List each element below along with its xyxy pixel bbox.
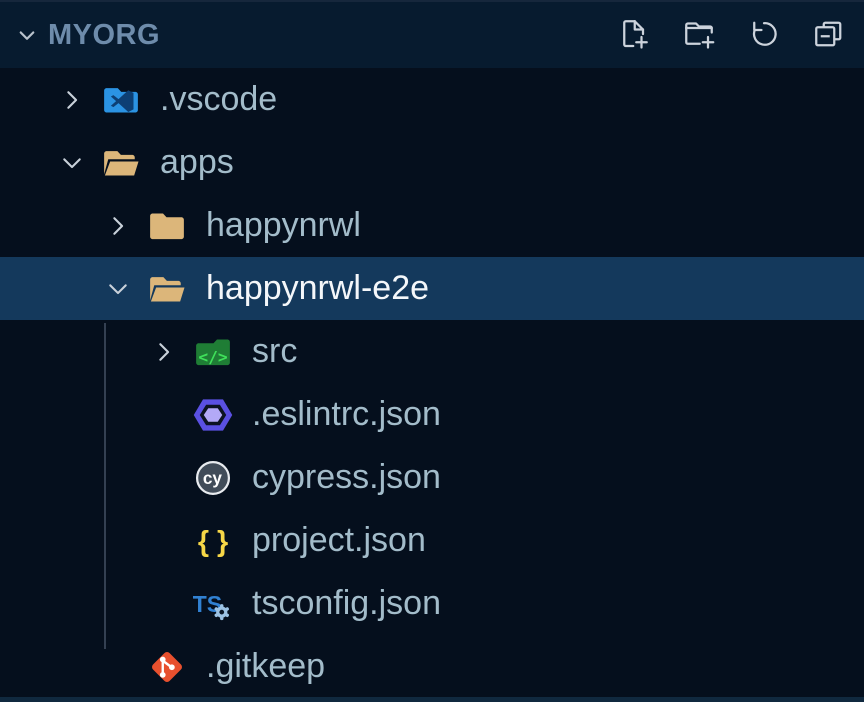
tree-item-label: apps: [160, 143, 234, 182]
refresh-button[interactable]: [745, 16, 783, 54]
new-folder-button[interactable]: [680, 16, 718, 54]
indent-spacer: [0, 194, 102, 257]
explorer-sidebar: MYORG .vscode apps happynrwl happynrwl-e2e <…: [0, 0, 864, 702]
svg-text:</>: </>: [198, 347, 228, 366]
refresh-icon: [746, 16, 782, 55]
chevron-placeholder: [148, 462, 180, 494]
eslint-icon: [192, 394, 234, 436]
chevron-placeholder: [148, 588, 180, 620]
new-file-icon: [616, 16, 652, 55]
chevron-placeholder: [102, 651, 134, 683]
tree-item-label: .eslintrc.json: [252, 395, 441, 434]
tsconfig-icon: TS: [192, 583, 234, 625]
src-folder-icon: </>: [192, 331, 234, 373]
svg-text:{ }: { }: [198, 526, 228, 558]
chevron-placeholder: [148, 525, 180, 557]
chevron-right-icon[interactable]: [102, 210, 134, 242]
indent-spacer: [0, 446, 148, 509]
vscode-folder-icon: [100, 79, 142, 121]
chevron-right-icon[interactable]: [56, 84, 88, 116]
collapse-all-button[interactable]: [810, 16, 848, 54]
tree-item-label: cypress.json: [252, 458, 441, 497]
tree-item-apps[interactable]: apps: [0, 131, 864, 194]
chevron-down-icon[interactable]: [102, 273, 134, 305]
section-chevron-down-icon[interactable]: [12, 20, 42, 50]
tree-item-project-json[interactable]: { } project.json: [0, 509, 864, 572]
indent-spacer: [0, 68, 56, 131]
tree-item-src[interactable]: </> src: [0, 320, 864, 383]
indent-spacer: [0, 131, 56, 194]
chevron-right-icon[interactable]: [148, 336, 180, 368]
tree-item-label: src: [252, 332, 297, 371]
section-title: MYORG: [48, 19, 160, 52]
tree-item-label: project.json: [252, 521, 426, 560]
tree-item-label: happynrwl: [206, 206, 361, 245]
json-braces-icon: { }: [192, 520, 234, 562]
open-folder-icon: [146, 268, 188, 310]
git-icon: [146, 646, 188, 688]
indent-spacer: [0, 383, 148, 446]
closed-folder-icon: [146, 205, 188, 247]
indent-spacer: [0, 635, 102, 698]
cypress-icon: cy: [192, 457, 234, 499]
tree-item-cypress-json[interactable]: cy cypress.json: [0, 446, 864, 509]
tree-item-eslintrc-json[interactable]: .eslintrc.json: [0, 383, 864, 446]
indent-spacer: [0, 509, 148, 572]
tree-item-happynrwl[interactable]: happynrwl: [0, 194, 864, 257]
collapse-all-icon: [811, 16, 847, 55]
indent-spacer: [0, 572, 148, 635]
tree-item-label: tsconfig.json: [252, 584, 441, 623]
tree-item-label: .vscode: [160, 80, 277, 119]
open-folder-icon: [100, 142, 142, 184]
chevron-placeholder: [148, 399, 180, 431]
indent-spacer: [0, 257, 102, 320]
tree-item-gitkeep[interactable]: .gitkeep: [0, 635, 864, 698]
svg-text:cy: cy: [203, 467, 223, 487]
file-tree: .vscode apps happynrwl happynrwl-e2e </> src.…: [0, 68, 864, 698]
explorer-section-header[interactable]: MYORG: [0, 2, 864, 68]
new-folder-icon: [681, 16, 717, 55]
tree-item-label: .gitkeep: [206, 647, 325, 686]
tree-item-label: happynrwl-e2e: [206, 269, 429, 308]
header-actions: [615, 16, 848, 54]
partial-next-row: [0, 697, 864, 702]
tree-item-happynrwl-e2e[interactable]: happynrwl-e2e: [0, 257, 864, 320]
chevron-down-icon[interactable]: [56, 147, 88, 179]
new-file-button[interactable]: [615, 16, 653, 54]
tree-item-tsconfig-json[interactable]: TS tsconfig.json: [0, 572, 864, 635]
indent-spacer: [0, 320, 148, 383]
tree-item-vscode[interactable]: .vscode: [0, 68, 864, 131]
